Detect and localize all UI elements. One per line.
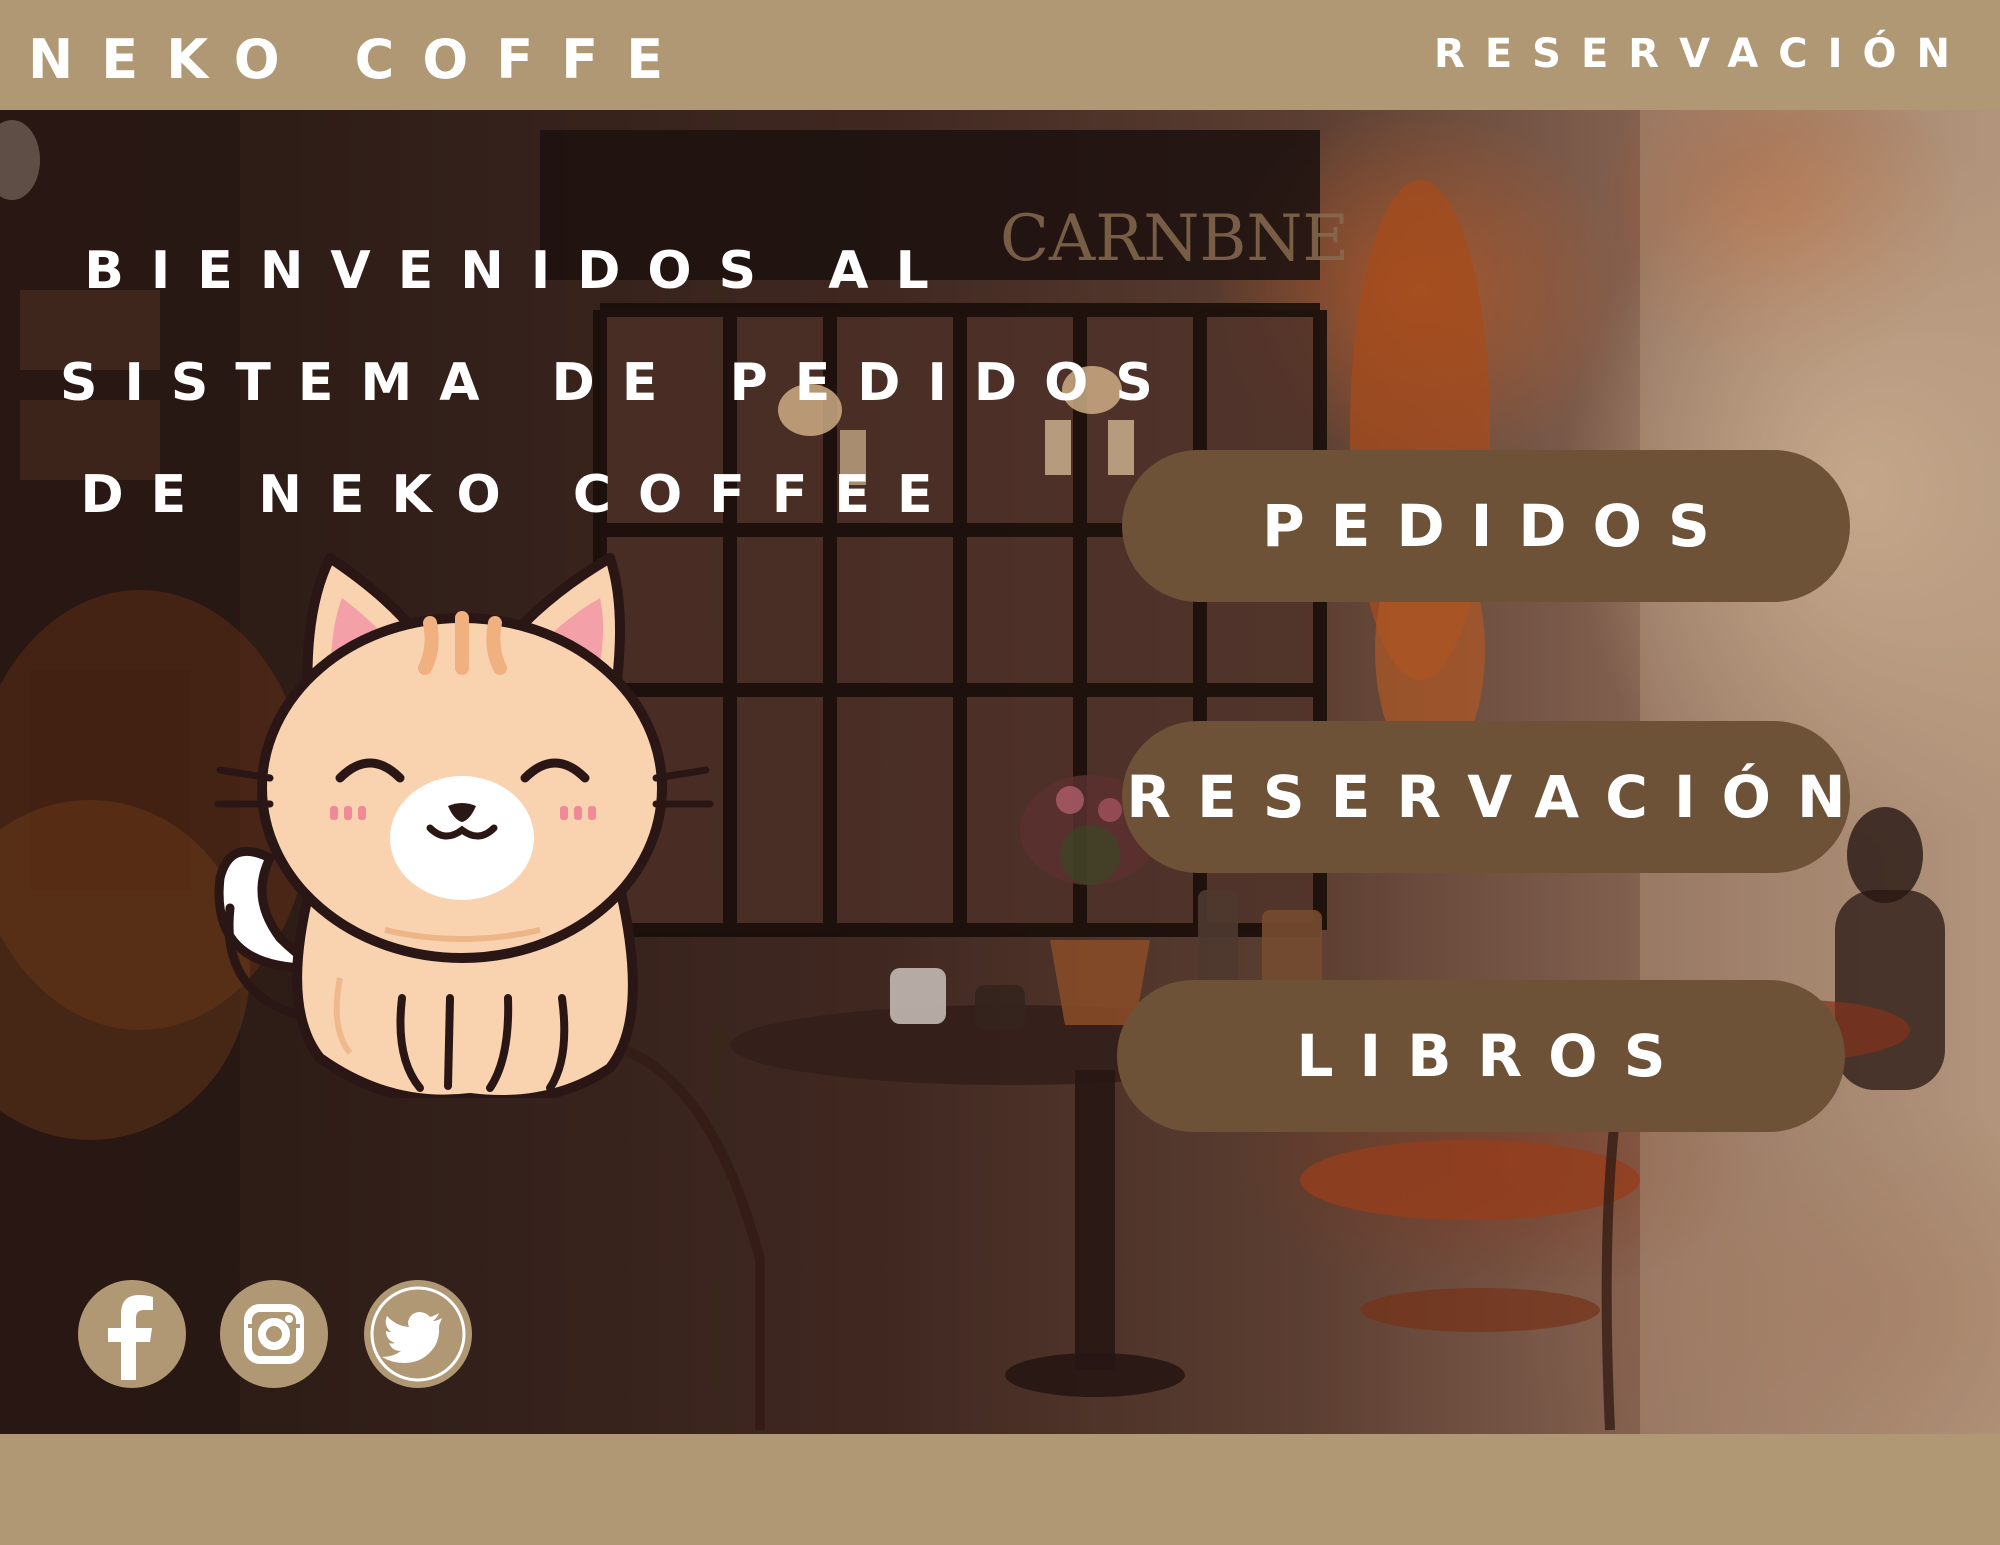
welcome-line-1: BIENVENIDOS AL [84,241,956,301]
instagram-icon [244,1304,304,1364]
page: NEKO COFFE RESERVACIÓN CARNBNE BIENVENID… [0,0,2000,1545]
cat-mascot-illustration [214,553,714,1098]
welcome-line-2: SISTEMA DE PEDIDOS [60,353,1180,413]
twitter-icon [370,1286,466,1382]
footer-bar [0,1434,2000,1545]
welcome-line-3: DE NEKO COFFEE [80,465,960,525]
nav-reservation-link[interactable]: RESERVACIÓN [1434,28,1970,80]
facebook-icon [108,1295,153,1380]
welcome-message: BIENVENIDOS AL SISTEMA DE PEDIDOS DE NEK… [60,215,1180,551]
reservacion-button[interactable]: RESERVACIÓN [1122,721,1850,873]
hero-section: CARNBNE BIENVENIDOS AL SISTEMA DE PEDIDO… [0,110,2000,1434]
pedidos-button[interactable]: PEDIDOS [1122,450,1850,602]
instagram-link[interactable] [220,1280,328,1388]
twitter-link[interactable] [364,1280,472,1388]
top-bar: NEKO COFFE RESERVACIÓN [0,0,2000,110]
facebook-link[interactable] [78,1280,186,1388]
libros-button[interactable]: LIBROS [1117,980,1845,1132]
brand-name: NEKO COFFE [28,28,692,91]
